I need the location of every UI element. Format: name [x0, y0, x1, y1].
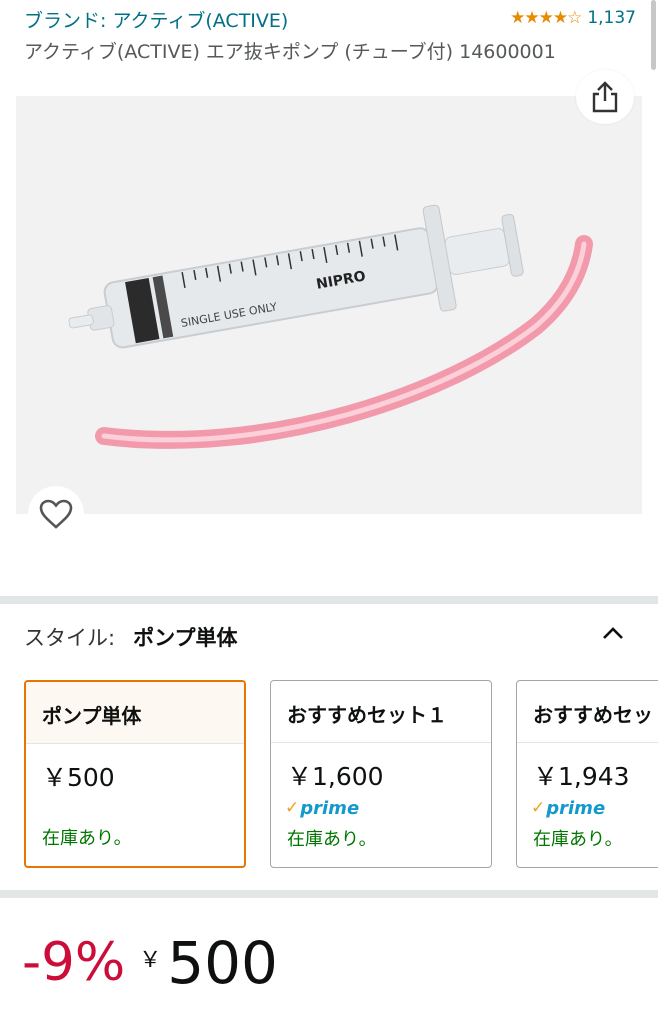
chevron-up-icon	[603, 627, 623, 639]
product-header: ブランド: アクティブ(ACTIVE) ★★★★☆ 1,137 アクティブ(AC…	[0, 0, 658, 72]
collapse-button[interactable]	[596, 618, 630, 648]
option-stock: 在庫あり。	[533, 829, 623, 850]
price-amount: 500	[167, 929, 278, 997]
option-stock: 在庫あり。	[42, 828, 132, 849]
prime-label: prime	[300, 797, 360, 819]
style-selector-header: スタイル: ポンプ単体	[24, 622, 237, 652]
option-price: ￥500	[42, 763, 115, 792]
reference-price-cutoff	[22, 1014, 192, 1024]
product-image[interactable]: SINGLE USE ONLY NIPRO	[16, 96, 642, 514]
prime-check-icon: ✓	[531, 798, 546, 818]
heart-icon	[39, 499, 73, 529]
share-icon	[592, 81, 618, 113]
style-option-set-2[interactable]: おすすめセット２ ￥1,943 ✓ prime 在庫あり。	[516, 680, 658, 868]
section-divider	[0, 890, 658, 898]
rating-summary[interactable]: ★★★★☆ 1,137	[510, 8, 636, 28]
style-selected-value: ポンプ単体	[133, 626, 238, 650]
scrollbar[interactable]	[651, 0, 656, 70]
prime-label: prime	[546, 797, 606, 819]
option-title: ポンプ単体	[26, 682, 244, 744]
prime-check-icon: ✓	[285, 798, 300, 818]
prime-badge: ✓ prime	[271, 793, 491, 819]
currency-symbol: ￥	[139, 948, 162, 973]
product-title: アクティブ(ACTIVE) エア抜キポンプ (チューブ付) 14600001	[24, 41, 556, 63]
price-block: -9% ￥ 500	[22, 928, 278, 998]
syringe-photo: SINGLE USE ONLY NIPRO	[16, 96, 642, 514]
option-price: ￥1,943	[533, 762, 630, 791]
style-label: スタイル:	[24, 626, 116, 650]
prime-badge: ✓ prime	[517, 793, 658, 819]
option-title: おすすめセット１	[271, 681, 491, 743]
option-title: おすすめセット２	[517, 681, 658, 743]
option-price: ￥1,600	[287, 762, 384, 791]
wishlist-button[interactable]	[28, 486, 84, 542]
share-button[interactable]	[576, 70, 634, 124]
star-rating-icon: ★★★★☆	[510, 8, 582, 28]
discount-percent: -9%	[22, 932, 126, 993]
review-count-link[interactable]: 1,137	[587, 8, 636, 28]
brand-link[interactable]: ブランド: アクティブ(ACTIVE)	[24, 6, 288, 33]
option-stock: 在庫あり。	[287, 829, 377, 850]
section-divider	[0, 596, 658, 604]
style-option-set-1[interactable]: おすすめセット１ ￥1,600 ✓ prime 在庫あり。	[270, 680, 492, 868]
style-option-pump-only[interactable]: ポンプ単体 ￥500 在庫あり。	[24, 680, 246, 868]
